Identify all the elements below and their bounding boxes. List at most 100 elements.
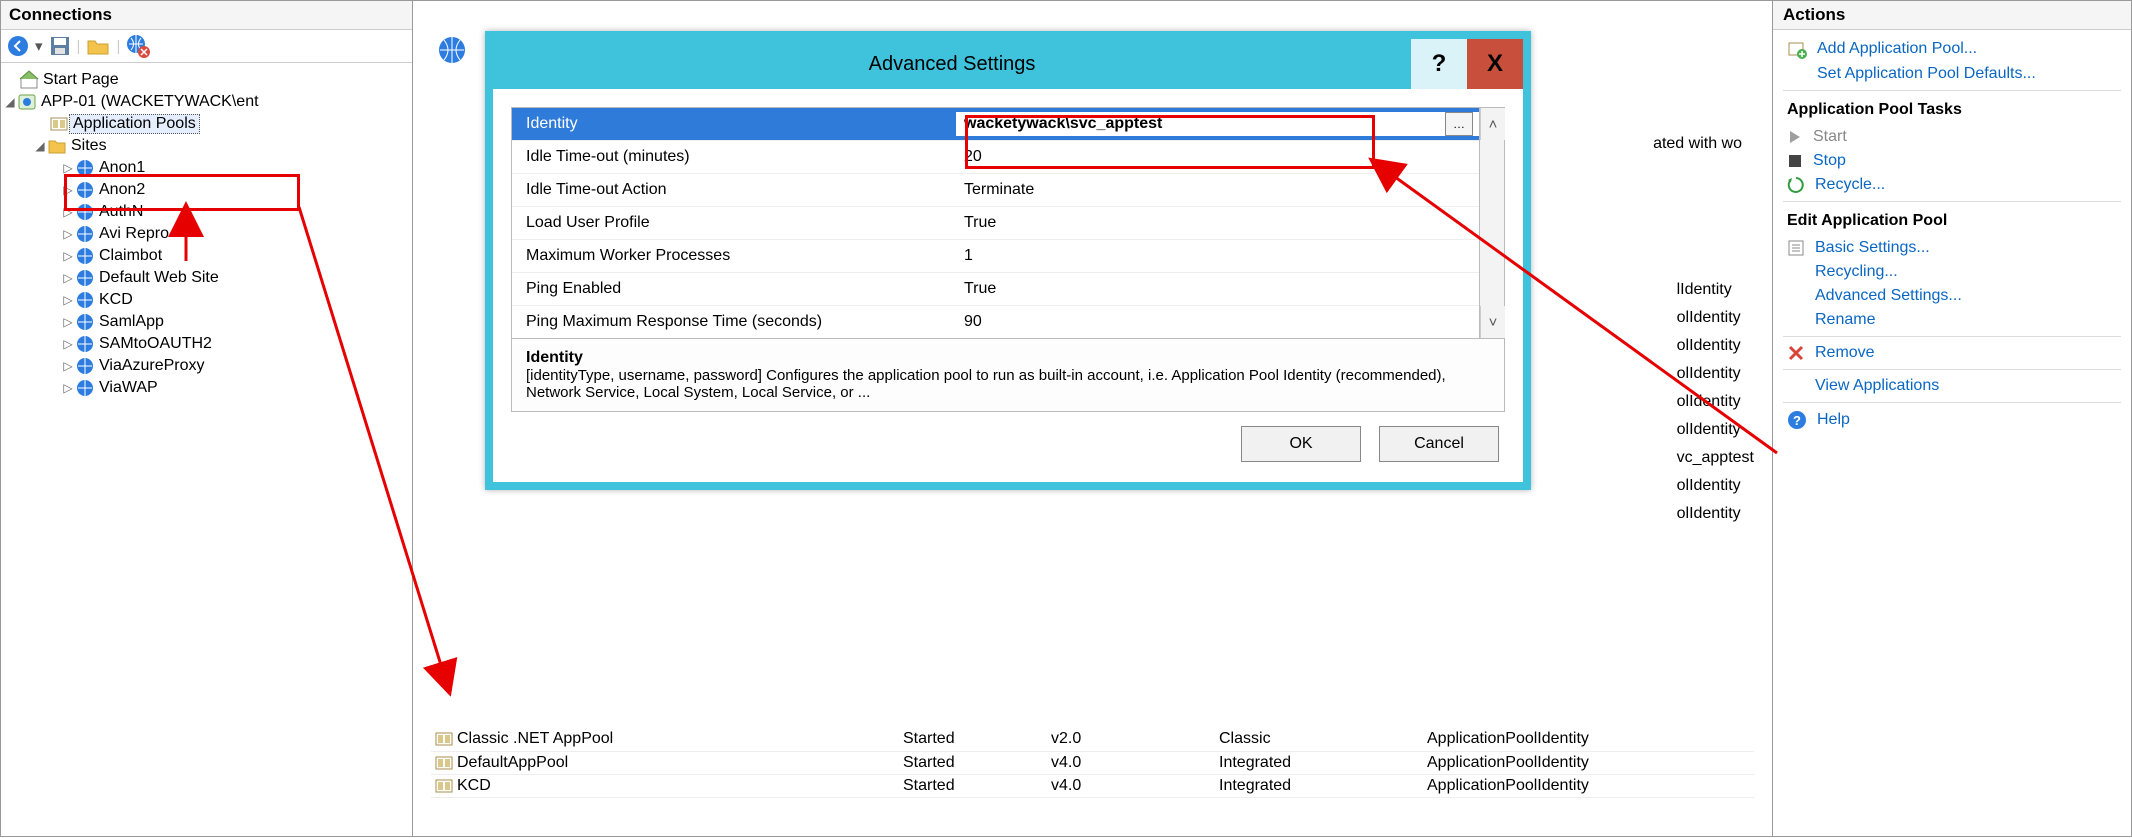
pool-row[interactable]: DefaultAppPoolStartedv4.0IntegratedAppli… <box>431 751 1754 774</box>
tree-site[interactable]: ▷Anon1 <box>3 157 408 179</box>
tree-site[interactable]: ▷Claimbot <box>3 245 408 267</box>
collapse-icon[interactable]: ◢ <box>3 95 17 109</box>
expand-icon[interactable]: ▷ <box>61 381 75 395</box>
group-edit-pool: Edit Application Pool <box>1775 206 2129 236</box>
expand-icon[interactable]: ▷ <box>61 183 75 197</box>
group-pool-tasks: Application Pool Tasks <box>1775 95 2129 125</box>
tree-app-pools[interactable]: Application Pools <box>3 113 408 135</box>
site-icon <box>75 378 95 398</box>
tree-site[interactable]: ▷ViaAzureProxy <box>3 355 408 377</box>
tree-site[interactable]: ▷ViaWAP <box>3 377 408 399</box>
property-row[interactable]: Load User ProfileTrue <box>512 207 1479 240</box>
action-add-pool[interactable]: Add Application Pool... <box>1775 36 2129 62</box>
expand-icon[interactable]: ▷ <box>61 161 75 175</box>
tree-site[interactable]: ▷SamlApp <box>3 311 408 333</box>
property-row[interactable]: Idle Time-out (minutes)20 <box>512 141 1479 174</box>
action-rename[interactable]: Rename <box>1775 308 2129 332</box>
connections-tree[interactable]: Start Page ◢ APP-01 (WACKETYWACK\ent App… <box>1 63 412 836</box>
property-value: Terminate <box>956 181 1479 199</box>
scroll-up-icon[interactable]: ˄ <box>1480 108 1505 140</box>
home-icon <box>19 70 39 90</box>
tree-site[interactable]: ▷Avi Repro <box>3 223 408 245</box>
tree-site[interactable]: ▷SAMtoOAUTH2 <box>3 333 408 355</box>
play-icon <box>1787 129 1803 145</box>
pool-row[interactable]: Classic .NET AppPoolStartedv2.0ClassicAp… <box>431 728 1754 751</box>
tree-site[interactable]: ▷AuthN <box>3 201 408 223</box>
globe-remove-icon[interactable] <box>126 34 150 58</box>
property-name: Identity <box>512 115 956 133</box>
action-help[interactable]: ? Help <box>1775 407 2129 433</box>
property-grid[interactable]: Identity wacketywack\svc_apptest… Idle Tim… <box>511 107 1480 339</box>
property-name: Load User Profile <box>512 214 956 232</box>
connections-panel: Connections ▾ | | Start Page ◢ APP-01 (W… <box>1 1 413 836</box>
expand-icon[interactable]: ▷ <box>61 205 75 219</box>
action-advanced-settings[interactable]: Advanced Settings... <box>1775 284 2129 308</box>
tree-start-page[interactable]: Start Page <box>3 69 408 91</box>
expand-icon[interactable]: ▷ <box>61 315 75 329</box>
collapse-icon[interactable]: ◢ <box>33 139 47 153</box>
site-icon <box>75 334 95 354</box>
folder-open-icon[interactable] <box>86 35 110 57</box>
expand-icon[interactable]: ▷ <box>61 359 75 373</box>
actions-panel: Actions Add Application Pool... Set Appl… <box>1773 1 2131 836</box>
dialog-close-button[interactable]: X <box>1467 39 1523 89</box>
tree-site[interactable]: ▷Default Web Site <box>3 267 408 289</box>
back-icon[interactable] <box>7 35 29 57</box>
property-name: Idle Time-out (minutes) <box>512 148 956 166</box>
action-remove[interactable]: Remove <box>1775 341 2129 365</box>
tree-site[interactable]: ▷KCD <box>3 289 408 311</box>
action-basic-settings[interactable]: Basic Settings... <box>1775 236 2129 260</box>
property-value: 20 <box>956 148 1479 166</box>
connections-title: Connections <box>1 1 412 30</box>
pool-row[interactable]: KCDStartedv4.0IntegratedApplicationPoolI… <box>431 774 1754 797</box>
property-row[interactable]: Maximum Worker Processes1 <box>512 240 1479 273</box>
tree-site[interactable]: ▷Anon2 <box>3 179 408 201</box>
tree-sites[interactable]: ◢ Sites <box>3 135 408 157</box>
action-view-apps[interactable]: View Applications <box>1775 374 2129 398</box>
property-value: wacketywack\svc_apptest <box>964 115 1445 133</box>
identity-column-fragment: lIdentityolIdentityolIdentityolIdentityo… <box>1677 281 1754 533</box>
property-row[interactable]: Ping Maximum Response Time (seconds)90 <box>512 306 1479 338</box>
property-row[interactable]: Ping EnabledTrue <box>512 273 1479 306</box>
property-description: Identity [identityType, username, passwo… <box>511 339 1505 412</box>
dropdown-icon[interactable]: ▾ <box>35 37 43 55</box>
property-description-title: Identity <box>526 349 583 366</box>
clipped-text: ated with wo <box>1653 135 1742 153</box>
app-pool-icon <box>435 730 453 748</box>
property-value: True <box>956 214 1479 232</box>
site-icon <box>75 224 95 244</box>
advanced-settings-dialog: Advanced Settings ? X Identity wacketywac… <box>485 31 1531 490</box>
recycle-icon <box>1787 176 1805 194</box>
property-value: True <box>956 280 1479 298</box>
properties-icon <box>1787 239 1805 257</box>
stop-icon <box>1787 153 1803 169</box>
site-icon <box>75 312 95 332</box>
expand-icon[interactable]: ▷ <box>61 271 75 285</box>
action-stop[interactable]: Stop <box>1775 149 2129 173</box>
scroll-down-icon[interactable]: ˅ <box>1480 306 1505 338</box>
action-recycling[interactable]: Recycling... <box>1775 260 2129 284</box>
dialog-help-button[interactable]: ? <box>1411 39 1467 89</box>
property-row[interactable]: Idle Time-out ActionTerminate <box>512 174 1479 207</box>
expand-icon[interactable]: ▷ <box>61 249 75 263</box>
property-name: Idle Time-out Action <box>512 181 956 199</box>
site-icon <box>75 268 95 288</box>
cancel-button[interactable]: Cancel <box>1379 426 1499 462</box>
dialog-title: Advanced Settings <box>493 39 1411 89</box>
ok-button[interactable]: OK <box>1241 426 1361 462</box>
property-row[interactable]: Identity wacketywack\svc_apptest… <box>512 108 1479 141</box>
expand-icon[interactable]: ▷ <box>61 293 75 307</box>
expand-icon[interactable]: ▷ <box>61 227 75 241</box>
app-pool-icon <box>435 777 453 795</box>
expand-icon[interactable]: ▷ <box>61 337 75 351</box>
site-icon <box>75 180 95 200</box>
ellipsis-button[interactable]: … <box>1445 112 1473 136</box>
site-icon <box>75 202 95 222</box>
app-pool-grid[interactable]: Classic .NET AppPoolStartedv2.0ClassicAp… <box>431 728 1754 798</box>
help-icon: ? <box>1787 410 1807 430</box>
property-value: 1 <box>956 247 1479 265</box>
action-set-defaults[interactable]: Set Application Pool Defaults... <box>1775 62 2129 86</box>
save-icon[interactable] <box>49 35 71 57</box>
tree-server[interactable]: ◢ APP-01 (WACKETYWACK\ent <box>3 91 408 113</box>
action-recycle[interactable]: Recycle... <box>1775 173 2129 197</box>
